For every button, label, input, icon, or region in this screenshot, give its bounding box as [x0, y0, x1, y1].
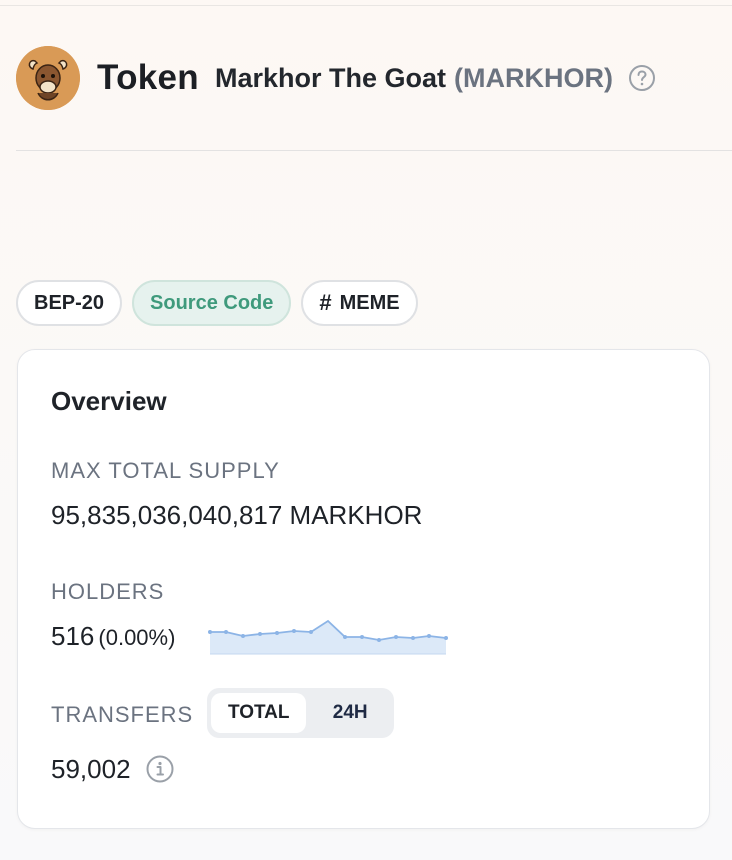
- overview-card: Overview MAX TOTAL SUPPLY 95,835,036,040…: [17, 349, 710, 829]
- holders-label: HOLDERS: [51, 579, 165, 604]
- transfers-label: TRANSFERS: [51, 702, 194, 727]
- tag-label: Source Code: [150, 291, 274, 314]
- tag-bep20[interactable]: BEP-20: [16, 280, 123, 326]
- tab-24h[interactable]: 24H: [310, 693, 390, 733]
- holders-sparkline: [208, 619, 448, 655]
- max-supply-value: 95,835,036,040,817 MARKHOR: [51, 500, 423, 530]
- holders-count: 516: [51, 621, 95, 651]
- question-circle-icon[interactable]: [628, 64, 656, 92]
- transfers-value: 59,002: [51, 754, 131, 784]
- holders-change: (0.00%): [98, 625, 176, 650]
- info-circle-icon[interactable]: [145, 754, 175, 784]
- overview-title: Overview: [51, 386, 167, 416]
- page-header: Token Markhor The Goat (MARKHOR): [16, 45, 732, 111]
- max-supply-label: MAX TOTAL SUPPLY: [51, 458, 280, 483]
- tag-label: MEME: [339, 291, 400, 314]
- top-divider: [0, 5, 732, 6]
- tag-label: BEP-20: [34, 291, 105, 314]
- hash-icon: #: [319, 290, 332, 315]
- tag-meme[interactable]: # MEME: [301, 280, 418, 326]
- token-symbol: (MARKHOR): [454, 62, 613, 93]
- transfers-period-toggle: TOTAL 24H: [207, 688, 394, 738]
- tab-total[interactable]: TOTAL: [211, 693, 307, 733]
- holders-value-row: 516 (0.00%): [51, 621, 175, 652]
- goat-logo-icon: [16, 46, 80, 110]
- tag-source-code[interactable]: Source Code: [132, 280, 292, 326]
- page-type-label: Token: [97, 58, 199, 97]
- tag-list: BEP-20 Source Code # MEME: [16, 280, 418, 326]
- token-name: Markhor The Goat: [214, 62, 447, 93]
- header-divider: [16, 150, 732, 151]
